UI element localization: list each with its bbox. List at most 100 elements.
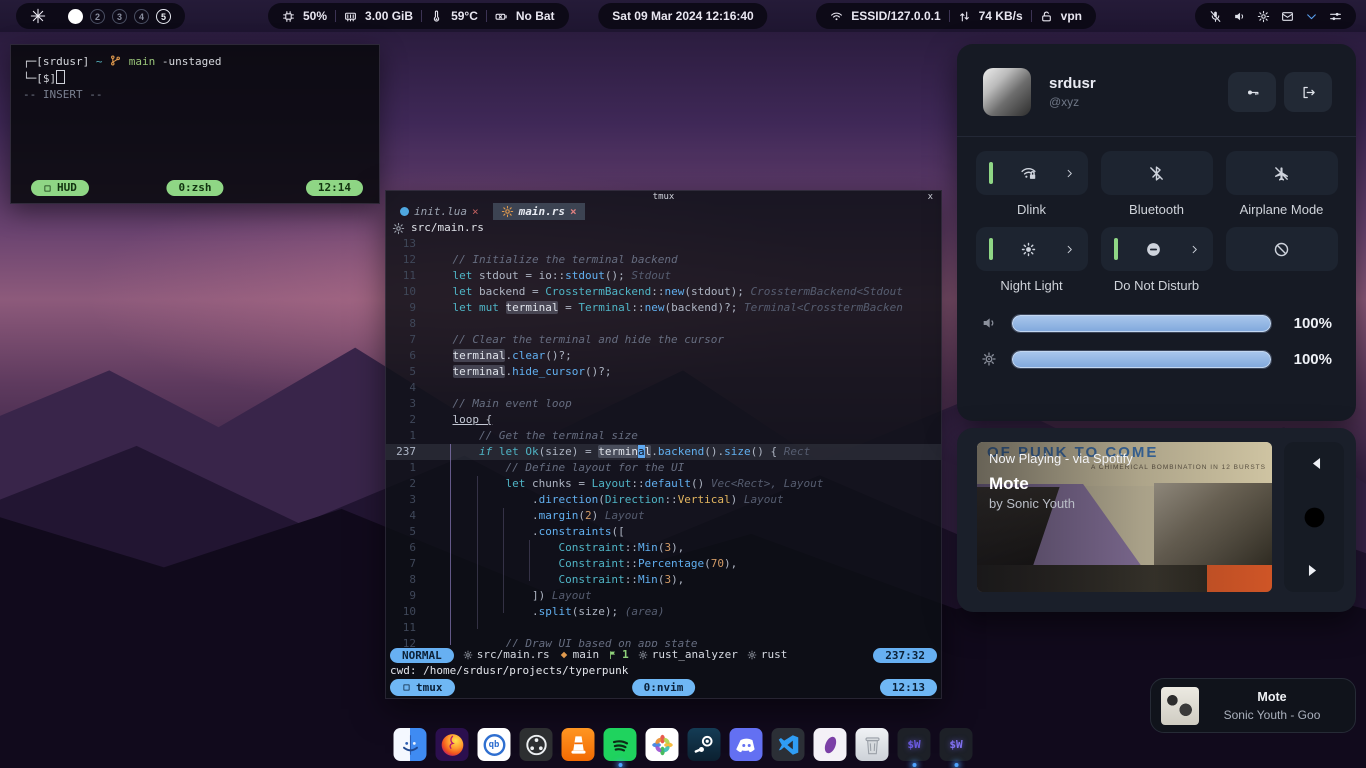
tab-close-icon[interactable]: × bbox=[472, 204, 479, 220]
avatar[interactable] bbox=[983, 68, 1031, 116]
tmux-session-pill[interactable]: tmux bbox=[390, 679, 455, 696]
code-area[interactable]: 1312 // Initialize the terminal backend1… bbox=[386, 236, 941, 647]
pause-button[interactable] bbox=[1302, 505, 1327, 530]
next-button[interactable] bbox=[1305, 561, 1324, 580]
logout-button[interactable] bbox=[1284, 72, 1332, 112]
toggle-night-light[interactable] bbox=[976, 227, 1088, 271]
snowflake-logo-icon[interactable] bbox=[30, 8, 46, 24]
bluetooth-off-icon bbox=[1148, 165, 1165, 182]
dock-dollar-w[interactable]: $W bbox=[898, 728, 931, 761]
tmux-session-pill[interactable]: HUD bbox=[31, 180, 89, 196]
dock-vlc[interactable] bbox=[562, 728, 595, 761]
running-indicator bbox=[618, 763, 622, 767]
track-artist: by Sonic Youth bbox=[989, 496, 1075, 511]
dock-qbittorrent[interactable]: qb bbox=[478, 728, 511, 761]
chevron-down-icon[interactable] bbox=[1305, 10, 1318, 23]
filetype-icon bbox=[463, 650, 473, 660]
tmux-window-pill[interactable]: 0:nvim bbox=[632, 679, 696, 696]
chevron-right-icon[interactable] bbox=[1064, 244, 1075, 255]
dock-spotify[interactable] bbox=[604, 728, 637, 761]
dock-glyph: $W bbox=[949, 738, 962, 751]
terminal-window[interactable]: ┌─[srdusr] ~ main -unstaged └─[$] -- INS… bbox=[10, 44, 380, 204]
statusline-file: src/main.rs bbox=[477, 647, 550, 663]
dock-obs-studio[interactable] bbox=[520, 728, 553, 761]
toggles-icon[interactable] bbox=[1329, 10, 1342, 23]
statusline: NORMAL src/main.rs main 1 rust_analyzer … bbox=[386, 647, 941, 663]
media-player-card: OF PUNK TO COME A CHIMERICAL BOMBINATION… bbox=[957, 428, 1356, 612]
toggle-label: Night Light bbox=[1000, 278, 1062, 293]
network-pill[interactable]: ESSID/127.0.0.1 74 KB/s vpn bbox=[816, 3, 1096, 29]
toggle-bluetooth[interactable] bbox=[1101, 151, 1213, 195]
cwd-line: cwd: /home/srdusr/projects/typerpunk bbox=[386, 663, 941, 679]
mail-icon[interactable] bbox=[1281, 10, 1294, 23]
chevron-right-icon[interactable] bbox=[1064, 168, 1075, 179]
dock-trash[interactable] bbox=[856, 728, 889, 761]
toggle-do-not-disturb[interactable] bbox=[1101, 227, 1213, 271]
workspace-2[interactable]: 2 bbox=[90, 9, 105, 24]
git-branch-icon bbox=[109, 54, 122, 67]
code-line: 12 // Initialize the terminal backend bbox=[386, 252, 941, 268]
tmux-status-bar: HUD 0:zsh 12:14 bbox=[11, 180, 379, 198]
prompt-user: ┌─[srdusr] bbox=[23, 55, 89, 68]
dock-photos[interactable] bbox=[646, 728, 679, 761]
lsp-icon bbox=[638, 650, 648, 660]
notification[interactable]: Mote Sonic Youth - Goo bbox=[1150, 678, 1356, 733]
battery-status: No Bat bbox=[516, 9, 555, 23]
quick-toggles: DlinkBluetoothAirplane ModeNight LightDo… bbox=[957, 151, 1356, 293]
toggle-airplane-mode[interactable] bbox=[1226, 151, 1338, 195]
dock-discord[interactable] bbox=[730, 728, 763, 761]
window-name: 0:nvim bbox=[644, 679, 684, 696]
dock-purple-app[interactable] bbox=[814, 728, 847, 761]
tmux-window-pill[interactable]: 0:zsh bbox=[166, 180, 223, 196]
gear-icon[interactable] bbox=[1257, 10, 1270, 23]
diagnostics-icon bbox=[608, 650, 618, 660]
git-branch: main bbox=[129, 55, 156, 68]
active-indicator bbox=[989, 162, 993, 184]
tab-init-lua[interactable]: init.lua × bbox=[392, 203, 487, 220]
temperature: 59°C bbox=[451, 9, 478, 23]
lua-icon bbox=[400, 207, 409, 216]
volume-row: 100% bbox=[981, 305, 1332, 341]
date-time: Sat 09 Mar 2024 12:16:40 bbox=[612, 9, 753, 23]
indent-guide bbox=[450, 444, 451, 645]
code-line: 3 .direction(Direction::Vertical) Layout bbox=[386, 492, 941, 508]
control-center: srdusr @xyz DlinkBluetoothAirplane ModeN… bbox=[957, 44, 1356, 421]
tab-close-icon[interactable]: × bbox=[570, 204, 577, 220]
editor-window[interactable]: tmux x init.lua × main.rs × src/main.rs … bbox=[385, 190, 942, 699]
blocked-icon bbox=[1273, 241, 1290, 258]
workspace-1[interactable] bbox=[68, 9, 83, 24]
dock-vscode[interactable] bbox=[772, 728, 805, 761]
buffer-tabs: init.lua × main.rs × bbox=[386, 203, 941, 220]
toggle-dlink[interactable] bbox=[976, 151, 1088, 195]
previous-button[interactable] bbox=[1305, 454, 1324, 473]
code-line: 4 .margin(2) Layout bbox=[386, 508, 941, 524]
essid: ESSID/127.0.0.1 bbox=[851, 9, 940, 23]
active-indicator bbox=[989, 238, 993, 260]
dock-dollar-w-2[interactable]: $W bbox=[940, 728, 973, 761]
toggle-label: Bluetooth bbox=[1129, 202, 1184, 217]
volume-slider[interactable] bbox=[1011, 314, 1272, 333]
indent-guide bbox=[477, 476, 478, 629]
code-line: 7 Constraint::Percentage(70), bbox=[386, 556, 941, 572]
terminal-cursor bbox=[56, 70, 65, 84]
dock-file-manager[interactable] bbox=[394, 728, 427, 761]
terminal-output: ┌─[srdusr] ~ main -unstaged └─[$] -- INS… bbox=[11, 45, 379, 112]
workspace-3[interactable]: 3 bbox=[112, 9, 127, 24]
dock-steam[interactable] bbox=[688, 728, 721, 761]
workspace-4[interactable]: 4 bbox=[134, 9, 149, 24]
prompt-line2: └─[$] bbox=[23, 72, 56, 85]
speaker-icon[interactable] bbox=[1233, 10, 1246, 23]
dock-firefox[interactable] bbox=[436, 728, 469, 761]
key-button[interactable] bbox=[1228, 72, 1276, 112]
window-close-button[interactable]: x bbox=[928, 191, 933, 203]
clock-pill[interactable]: Sat 09 Mar 2024 12:16:40 bbox=[598, 3, 767, 29]
tab-main-rs[interactable]: main.rs × bbox=[493, 203, 585, 220]
workspace-switcher: 2345 bbox=[68, 9, 171, 24]
chevron-right-icon[interactable] bbox=[1189, 244, 1200, 255]
toggle-extra[interactable] bbox=[1226, 227, 1338, 271]
cursor-position: 237:32 bbox=[873, 648, 937, 663]
system-stats-pill: 50% 3.00 GiB 59°C No Bat bbox=[268, 3, 569, 29]
brightness-slider[interactable] bbox=[1011, 350, 1272, 369]
mic-muted-icon[interactable] bbox=[1209, 10, 1222, 23]
workspace-5[interactable]: 5 bbox=[156, 9, 171, 24]
